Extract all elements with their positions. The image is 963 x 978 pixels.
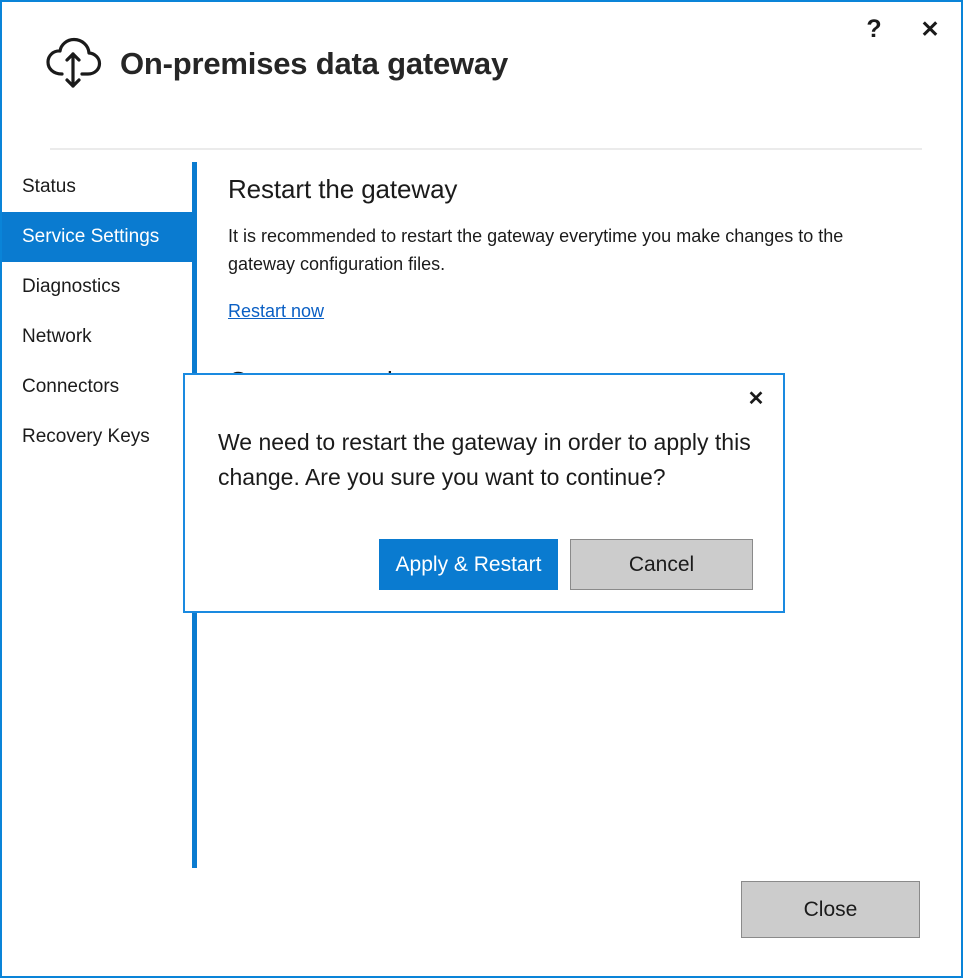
app-branding: On-premises data gateway [42,36,508,92]
sidebar-item-connectors[interactable]: Connectors [2,362,193,412]
help-icon[interactable]: ? [853,10,895,48]
window-controls: ? ✕ [853,10,951,48]
sidebar-item-status[interactable]: Status [2,162,193,212]
cloud-upload-download-icon [42,36,104,92]
sidebar-item-network[interactable]: Network [2,312,193,362]
cancel-button[interactable]: Cancel [570,539,753,590]
restart-section-body: It is recommended to restart the gateway… [228,223,912,279]
page-title: On-premises data gateway [120,46,508,82]
restart-confirmation-dialog: ✕ We need to restart the gateway in orde… [183,373,785,613]
dialog-message: We need to restart the gateway in order … [218,425,758,495]
header-divider [50,148,922,150]
dialog-close-icon[interactable]: ✕ [737,381,775,415]
sidebar-item-recovery-keys[interactable]: Recovery Keys [2,412,193,462]
window-header: On-premises data gateway [2,2,963,142]
window-footer: Close [2,876,963,976]
restart-section-title: Restart the gateway [228,174,928,205]
dialog-actions: Apply & Restart Cancel [379,539,753,590]
restart-now-link[interactable]: Restart now [228,301,324,322]
sidebar-item-service-settings[interactable]: Service Settings [2,212,193,262]
close-icon[interactable]: ✕ [909,10,951,48]
sidebar-nav: Status Service Settings Diagnostics Netw… [2,162,193,462]
close-button[interactable]: Close [741,881,920,938]
apply-and-restart-button[interactable]: Apply & Restart [379,539,558,590]
sidebar-item-diagnostics[interactable]: Diagnostics [2,262,193,312]
gateway-configurator-window: On-premises data gateway ? ✕ Status Serv… [0,0,963,978]
